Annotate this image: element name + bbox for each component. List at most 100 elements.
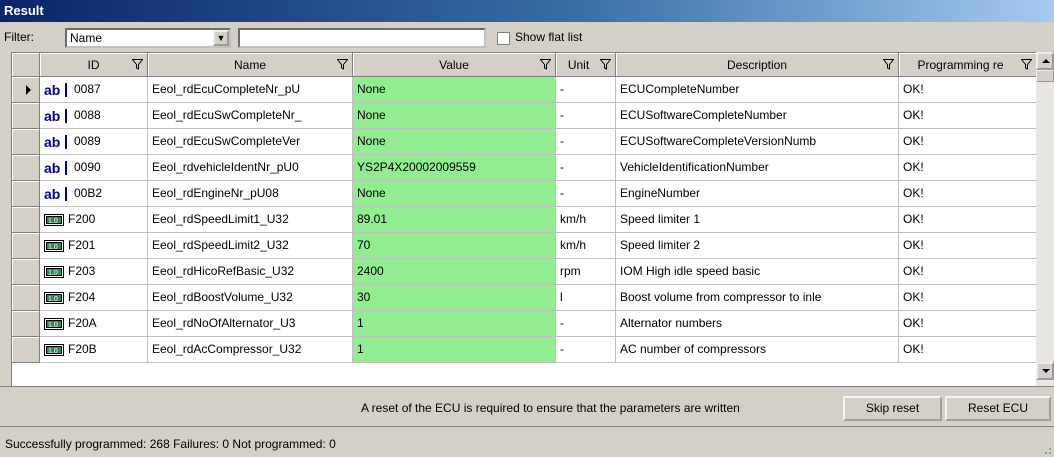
cell-unit[interactable]: km/h bbox=[556, 233, 616, 259]
cell-programming-result[interactable]: OK! bbox=[899, 77, 1037, 103]
row-selector[interactable] bbox=[12, 337, 40, 363]
row-selector[interactable] bbox=[12, 129, 40, 155]
row-selector[interactable] bbox=[12, 311, 40, 337]
cell-name[interactable]: Eeol_rdEcuSwCompleteNr_ bbox=[148, 103, 353, 129]
cell-programming-result[interactable]: OK! bbox=[899, 311, 1037, 337]
cell-value[interactable]: None bbox=[353, 129, 556, 155]
table-row[interactable]: 1.0 F20B Eeol_rdAcCompressor_U32 1- AC numbe… bbox=[12, 337, 1054, 363]
cell-programming-result[interactable]: OK! bbox=[899, 259, 1037, 285]
table-row[interactable]: ab 0088 Eeol_rdEcuSwCompleteNr_ None - ECUSof… bbox=[12, 103, 1054, 129]
cell-description[interactable]: ECUSoftwareCompleteVersionNumb bbox=[616, 129, 899, 155]
cell-value[interactable]: 2400 bbox=[353, 259, 556, 285]
column-header-name[interactable]: Name bbox=[148, 53, 353, 77]
table-row[interactable]: 1.0 F203 Eeol_rdHicoRefBasic_U32 2400 rpm IOM… bbox=[12, 259, 1054, 285]
cell-description[interactable]: AC number of compressors bbox=[616, 337, 899, 363]
cell-programming-result[interactable]: OK! bbox=[899, 285, 1037, 311]
table-row[interactable]: 1.0 F201 Eeol_rdSpeedLimit2_U32 70 km/h Speed… bbox=[12, 233, 1054, 259]
cell-name[interactable]: Eeol_rdSpeedLimit2_U32 bbox=[148, 233, 353, 259]
cell-unit[interactable]: - bbox=[556, 77, 616, 103]
cell-value[interactable]: 30 bbox=[353, 285, 556, 311]
cell-description[interactable]: IOM High idle speed basic bbox=[616, 259, 899, 285]
cell-programming-result[interactable]: OK! bbox=[899, 155, 1037, 181]
column-header-unit[interactable]: Unit bbox=[556, 53, 616, 77]
table-row[interactable]: ab 0087 Eeol_rdEcuCompleteNr_pU None - ECUCom… bbox=[12, 77, 1054, 103]
filter-text-input[interactable] bbox=[238, 28, 486, 48]
scroll-thumb[interactable] bbox=[1036, 70, 1054, 82]
table-row[interactable]: ab 0089 Eeol_rdEcuSwCompleteVer None - ECUSof… bbox=[12, 129, 1054, 155]
cell-id[interactable]: ab 0087 bbox=[40, 77, 148, 103]
cell-id[interactable]: ab 0090 bbox=[40, 155, 148, 181]
scroll-down-button[interactable] bbox=[1036, 362, 1054, 380]
filter-column-select[interactable]: Name ▼ bbox=[65, 28, 231, 48]
column-header-description[interactable]: Description bbox=[616, 53, 899, 77]
cell-programming-result[interactable]: OK! bbox=[899, 337, 1037, 363]
cell-value[interactable]: None bbox=[353, 103, 556, 129]
cell-description[interactable]: Boost volume from compressor to inle bbox=[616, 285, 899, 311]
cell-name[interactable]: Eeol_rdvehicleIdentNr_pU0 bbox=[148, 155, 353, 181]
cell-id[interactable]: 1.0 F201 bbox=[40, 233, 148, 259]
cell-description[interactable]: EngineNumber bbox=[616, 181, 899, 207]
cell-value[interactable]: 1 bbox=[353, 311, 556, 337]
filter-funnel-icon[interactable] bbox=[1021, 59, 1032, 70]
cell-id[interactable]: 1.0 F20B bbox=[40, 337, 148, 363]
filter-funnel-icon[interactable] bbox=[600, 59, 611, 70]
show-flat-list-checkbox[interactable] bbox=[497, 32, 510, 45]
cell-name[interactable]: Eeol_rdSpeedLimit1_U32 bbox=[148, 207, 353, 233]
cell-value[interactable]: 89.01 bbox=[353, 207, 556, 233]
cell-unit[interactable]: - bbox=[556, 181, 616, 207]
vertical-scrollbar[interactable] bbox=[1036, 52, 1054, 386]
reset-ecu-button[interactable]: Reset ECU bbox=[945, 396, 1051, 421]
cell-programming-result[interactable]: OK! bbox=[899, 207, 1037, 233]
row-selector[interactable] bbox=[12, 103, 40, 129]
row-selector[interactable] bbox=[12, 155, 40, 181]
table-row[interactable]: ab 00B2 Eeol_rdEngineNr_pU08 None - EngineNum… bbox=[12, 181, 1054, 207]
cell-unit[interactable]: - bbox=[556, 311, 616, 337]
scroll-up-button[interactable] bbox=[1036, 52, 1054, 70]
row-selector[interactable] bbox=[12, 181, 40, 207]
row-selector[interactable] bbox=[12, 259, 40, 285]
cell-name[interactable]: Eeol_rdEcuCompleteNr_pU bbox=[148, 77, 353, 103]
cell-description[interactable]: ECUSoftwareCompleteNumber bbox=[616, 103, 899, 129]
row-selector[interactable] bbox=[12, 285, 40, 311]
cell-unit[interactable]: - bbox=[556, 155, 616, 181]
cell-unit[interactable]: l bbox=[556, 285, 616, 311]
cell-id[interactable]: 1.0 F20A bbox=[40, 311, 148, 337]
column-header-id[interactable]: ID bbox=[40, 53, 148, 77]
row-selector[interactable] bbox=[12, 207, 40, 233]
filter-funnel-icon[interactable] bbox=[540, 59, 551, 70]
row-selector[interactable] bbox=[12, 77, 40, 103]
skip-reset-button[interactable]: Skip reset bbox=[843, 396, 942, 421]
column-header-programming-result[interactable]: Programming re bbox=[899, 53, 1037, 77]
cell-id[interactable]: 1.0 F203 bbox=[40, 259, 148, 285]
table-row[interactable]: 1.0 F204 Eeol_rdBoostVolume_U32 30 l Boost vo… bbox=[12, 285, 1054, 311]
cell-description[interactable]: Speed limiter 2 bbox=[616, 233, 899, 259]
cell-programming-result[interactable]: OK! bbox=[899, 103, 1037, 129]
filter-funnel-icon[interactable] bbox=[132, 59, 143, 70]
cell-unit[interactable]: rpm bbox=[556, 259, 616, 285]
cell-unit[interactable]: - bbox=[556, 337, 616, 363]
cell-unit[interactable]: - bbox=[556, 103, 616, 129]
cell-value[interactable]: YS2P4X20002009559 bbox=[353, 155, 556, 181]
table-row[interactable]: ab 0090 Eeol_rdvehicleIdentNr_pU0 YS2P4X200… bbox=[12, 155, 1054, 181]
column-header-value[interactable]: Value bbox=[353, 53, 556, 77]
cell-value[interactable]: 70 bbox=[353, 233, 556, 259]
cell-description[interactable]: Speed limiter 1 bbox=[616, 207, 899, 233]
table-row[interactable]: 1.0 F200 Eeol_rdSpeedLimit1_U32 89.01 km/h Sp… bbox=[12, 207, 1054, 233]
cell-id[interactable]: ab 0089 bbox=[40, 129, 148, 155]
resize-grip-icon[interactable] bbox=[1040, 443, 1052, 455]
cell-programming-result[interactable]: OK! bbox=[899, 129, 1037, 155]
cell-id[interactable]: ab 00B2 bbox=[40, 181, 148, 207]
filter-funnel-icon[interactable] bbox=[337, 59, 348, 70]
cell-description[interactable]: Alternator numbers bbox=[616, 311, 899, 337]
cell-description[interactable]: VehicleIdentificationNumber bbox=[616, 155, 899, 181]
cell-value[interactable]: None bbox=[353, 181, 556, 207]
cell-unit[interactable]: - bbox=[556, 129, 616, 155]
cell-id[interactable]: 1.0 F200 bbox=[40, 207, 148, 233]
cell-description[interactable]: ECUCompleteNumber bbox=[616, 77, 899, 103]
table-row[interactable]: 1.0 F20A Eeol_rdNoOfAlternator_U3 1- Alterna… bbox=[12, 311, 1054, 337]
cell-name[interactable]: Eeol_rdEngineNr_pU08 bbox=[148, 181, 353, 207]
cell-id[interactable]: 1.0 F204 bbox=[40, 285, 148, 311]
cell-name[interactable]: Eeol_rdNoOfAlternator_U3 bbox=[148, 311, 353, 337]
cell-value[interactable]: 1 bbox=[353, 337, 556, 363]
cell-id[interactable]: ab 0088 bbox=[40, 103, 148, 129]
